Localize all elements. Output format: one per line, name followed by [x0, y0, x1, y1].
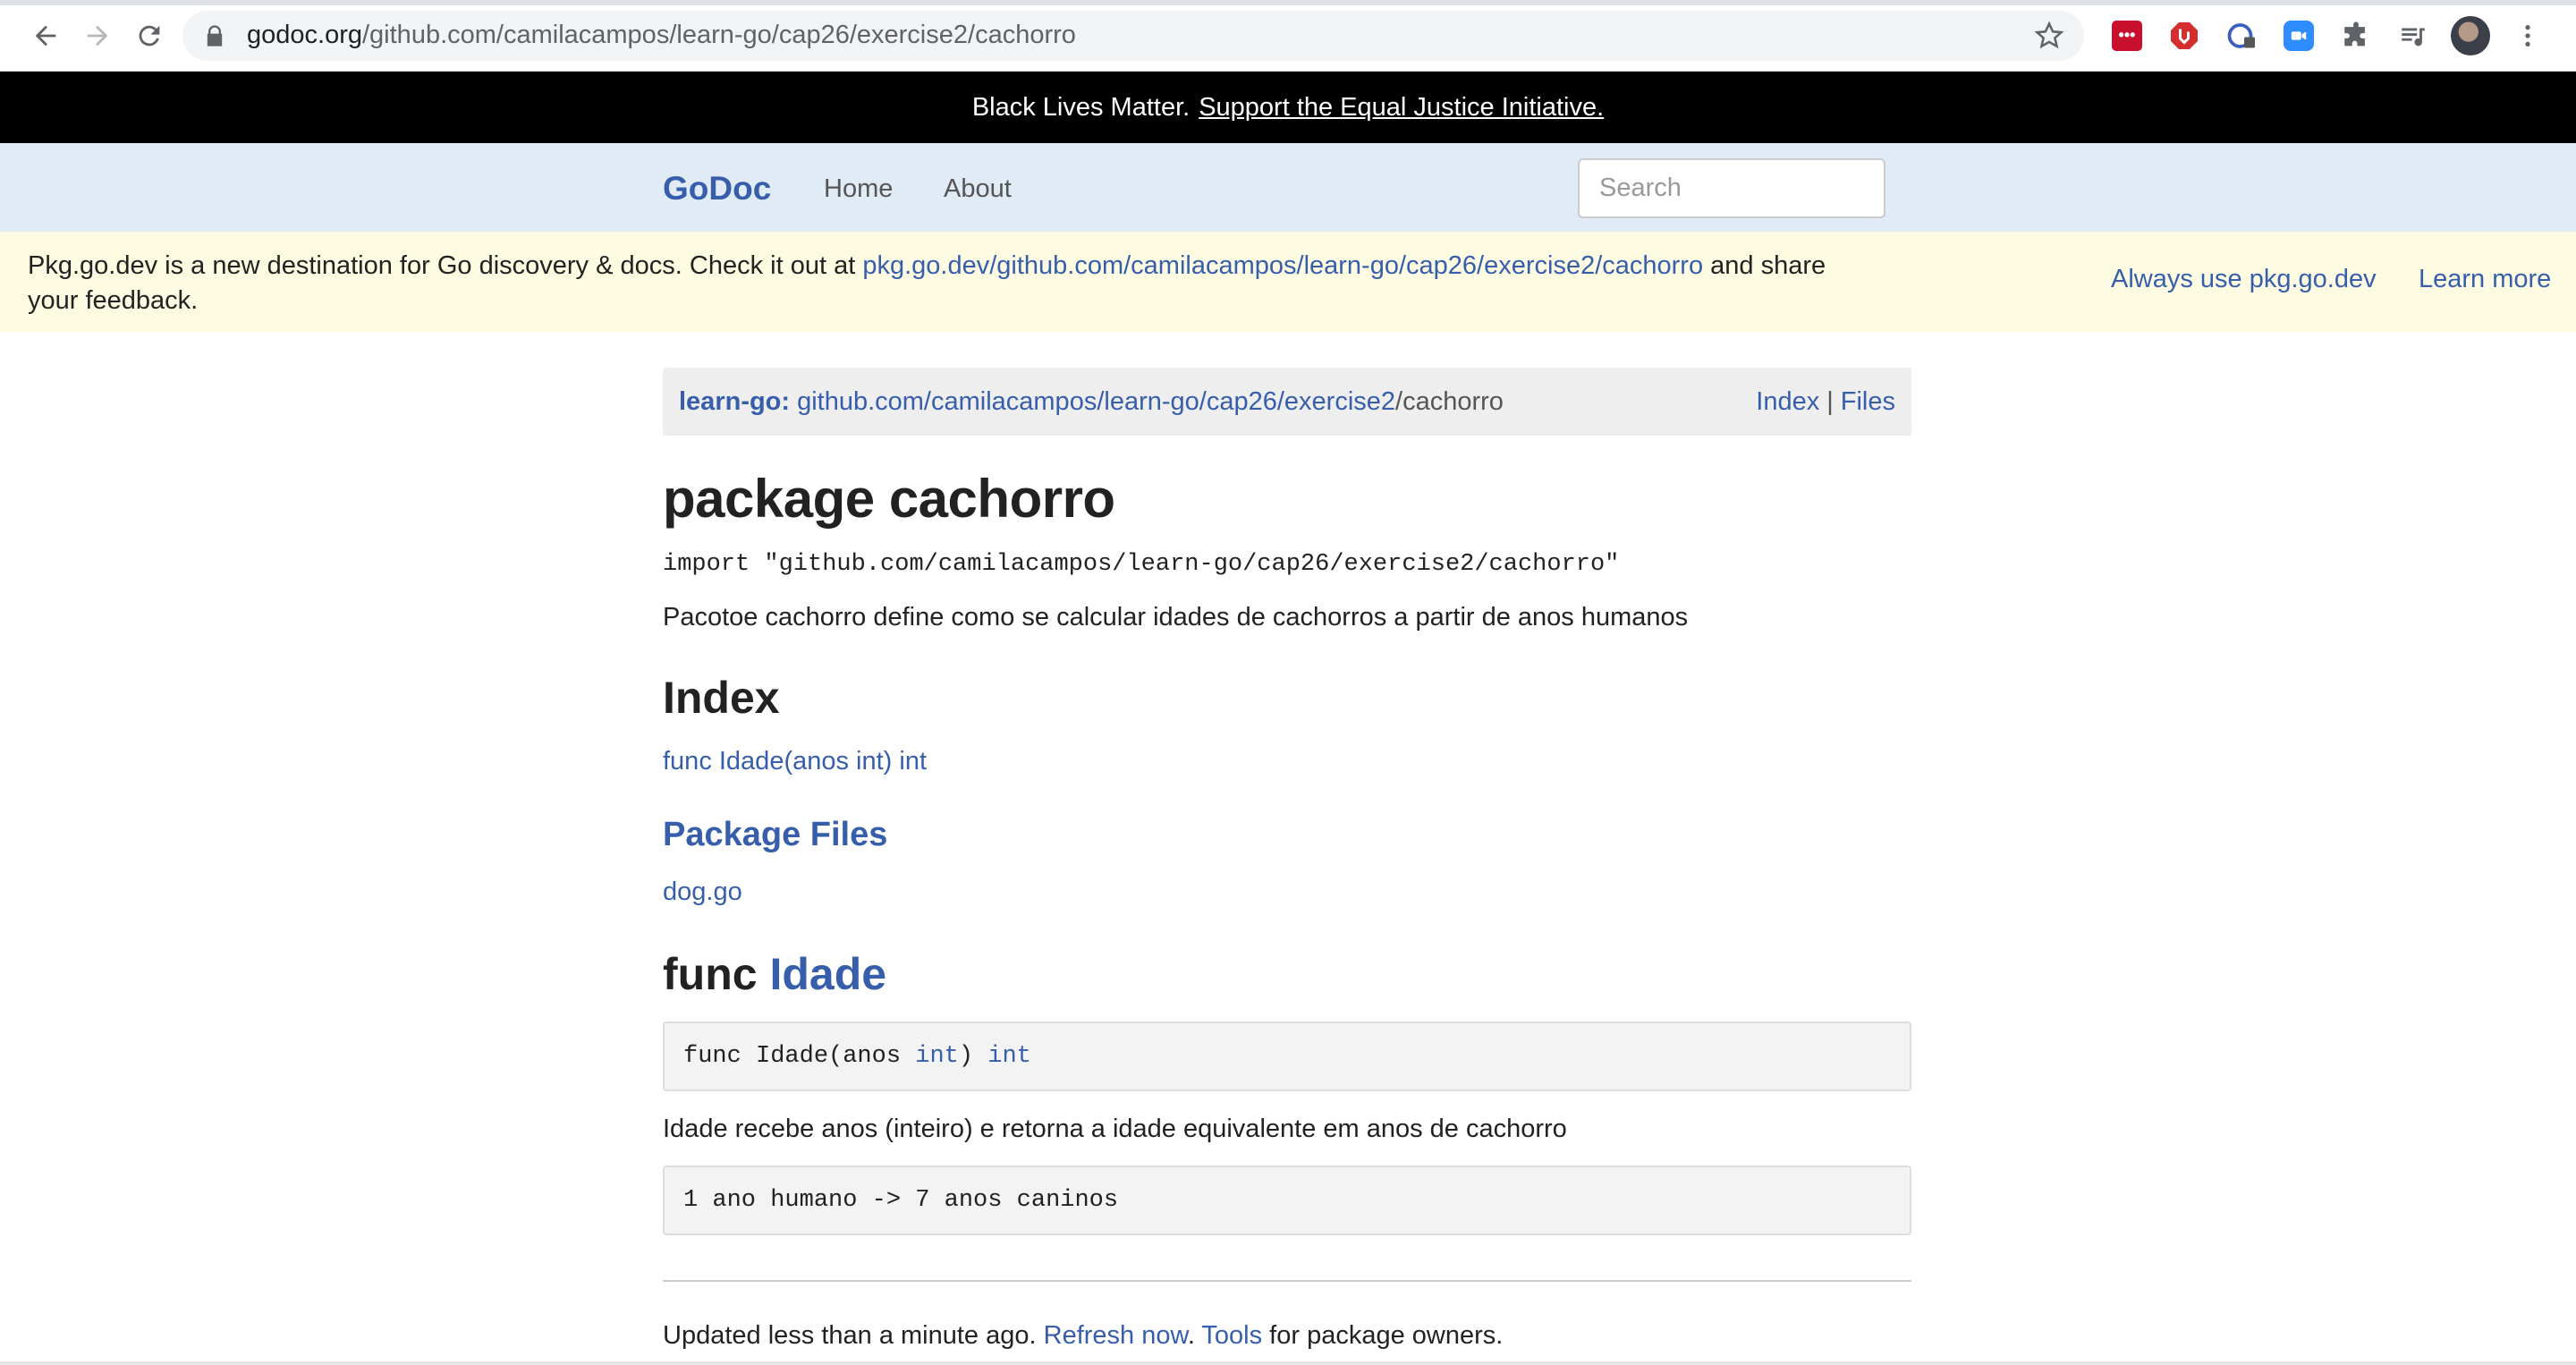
breadcrumb-root-link[interactable]: learn-go: [679, 387, 790, 417]
notice-message: Pkg.go.dev is a new destination for Go d… [28, 249, 1879, 318]
import-statement: import "github.com/camilacampos/learn-go… [663, 551, 1620, 578]
package-files-heading: Package Files [663, 816, 888, 853]
zoom-icon[interactable] [2270, 7, 2327, 64]
breadcrumb-current: /cachorro [1395, 386, 1504, 416]
func-example: 1 ano humano -> 7 anos caninos [663, 1166, 1911, 1235]
sig-mid: ) [958, 1043, 988, 1070]
sig-type-int-param[interactable]: int [915, 1043, 959, 1070]
index-item-idade[interactable]: func Idade(anos int) int [663, 747, 1911, 776]
index-heading: Index [663, 673, 780, 723]
func-name-link[interactable]: Idade [769, 949, 886, 999]
notice-text-before: Pkg.go.dev is a new destination for Go d… [28, 251, 863, 280]
puzzle-icon[interactable] [2327, 7, 2385, 64]
blm-text: Black Lives Matter. [971, 92, 1191, 122]
eji-link[interactable]: Support the Equal Justice Initiative. [1199, 93, 1604, 123]
reload-icon[interactable] [123, 7, 175, 64]
forward-arrow-icon[interactable] [72, 7, 123, 64]
pkggodev-notice: Pkg.go.dev is a new destination for Go d… [0, 232, 2576, 332]
pkggodev-link[interactable]: pkg.go.dev/github.com/camilacampos/learn… [862, 251, 1703, 280]
back-arrow-icon[interactable] [20, 7, 72, 64]
package-doc: Pacotoe cachorro define como se calcular… [663, 603, 1689, 632]
learn-more-link[interactable]: Learn more [2419, 265, 2551, 294]
adblock-icon[interactable] [2156, 7, 2213, 64]
footer-text-3: for package owners. [1262, 1321, 1504, 1350]
browser-toolbar: godoc.org/github.com/camilacampos/learn-… [0, 0, 2576, 72]
tab-strip-edge [0, 0, 2576, 5]
url-path: /github.com/camilacampos/learn-go/cap26/… [362, 21, 1076, 49]
sig-type-int-return[interactable]: int [987, 1043, 1031, 1070]
breadcrumb-separator: | [1826, 386, 1834, 416]
footer-text-2: . [1187, 1321, 1202, 1350]
func-signature: func Idade(anos int) int [663, 1022, 1911, 1091]
index-link[interactable]: Index [1756, 387, 1819, 416]
file-link-dog-go[interactable]: dog.go [663, 878, 1911, 907]
tools-link[interactable]: Tools [1201, 1321, 1262, 1350]
star-icon[interactable] [2034, 21, 2064, 51]
nav-about-link[interactable]: About [944, 174, 1012, 204]
files-link[interactable]: Files [1841, 387, 1895, 416]
func-heading: func Idade [663, 948, 1911, 1000]
address-bar[interactable]: godoc.org/github.com/camilacampos/learn-… [182, 10, 2084, 61]
sig-prefix: func Idade(anos [683, 1043, 916, 1070]
footer-divider [663, 1280, 1911, 1282]
refresh-now-link[interactable]: Refresh now [1044, 1321, 1188, 1350]
lastpass-icon[interactable]: ••• [2098, 7, 2156, 64]
password-manager-icon[interactable] [2213, 7, 2270, 64]
url-text: godoc.org/github.com/camilacampos/learn-… [247, 21, 1076, 50]
breadcrumb-path-link[interactable]: github.com/camilacampos/learn-go/cap26/e… [797, 387, 1395, 417]
footer-text-1: Updated less than a minute ago. [663, 1321, 1044, 1350]
bottom-rule [0, 1361, 2576, 1365]
footer: Updated less than a minute ago. Refresh … [663, 1321, 1911, 1351]
media-queue-icon[interactable] [2385, 7, 2442, 64]
kebab-menu-icon[interactable] [2499, 7, 2556, 64]
godoc-brand-link[interactable]: GoDoc [663, 170, 771, 208]
func-keyword: func [663, 949, 758, 999]
site-navbar: GoDoc Home About [0, 143, 2576, 232]
main-content: learn-go: github.com/camilacampos/learn-… [663, 368, 1911, 1351]
breadcrumb: learn-go: github.com/camilacampos/learn-… [663, 368, 1911, 436]
extensions-area: ••• [2098, 7, 2556, 64]
lock-icon [207, 24, 223, 47]
page-title: package cachorro [663, 469, 1115, 529]
func-doc: Idade recebe anos (inteiro) e retorna a … [663, 1115, 1567, 1143]
blm-banner: Black Lives Matter. Support the Equal Ju… [0, 72, 2576, 143]
always-use-pkggodev-link[interactable]: Always use pkg.go.dev [2111, 265, 2377, 294]
nav-home-link[interactable]: Home [824, 174, 893, 204]
avatar[interactable] [2442, 7, 2499, 64]
search-input[interactable] [1578, 158, 1885, 218]
url-host: godoc.org [247, 21, 362, 49]
breadcrumb-actions: Index | Files [1756, 387, 1895, 417]
